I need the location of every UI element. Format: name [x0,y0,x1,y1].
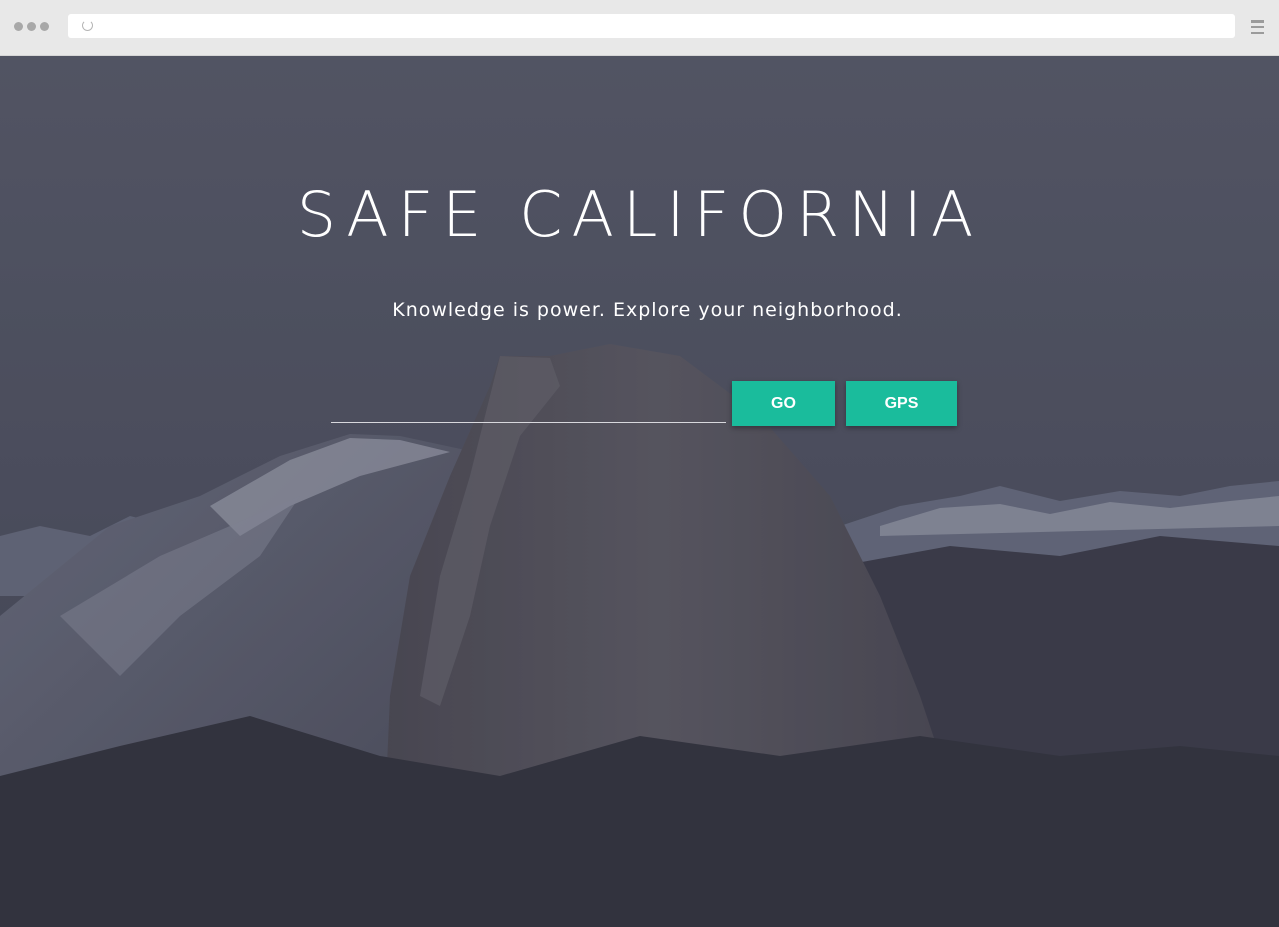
minimize-window-dot[interactable] [27,22,36,31]
gps-button[interactable]: GPS [846,381,957,426]
hero-section: SAFE CALIFORNIA Knowledge is power. Expl… [0,56,1279,927]
location-search-input[interactable] [331,388,726,423]
reload-icon[interactable] [82,20,93,31]
address-bar[interactable] [68,14,1235,38]
close-window-dot[interactable] [14,22,23,31]
page-title: SAFE CALIFORNIA [296,178,983,251]
browser-chrome [0,0,1279,56]
maximize-window-dot[interactable] [40,22,49,31]
hamburger-icon[interactable] [1251,20,1264,34]
go-button[interactable]: GO [732,381,835,426]
window-controls [14,22,49,31]
tagline: Knowledge is power. Explore your neighbo… [392,299,903,321]
